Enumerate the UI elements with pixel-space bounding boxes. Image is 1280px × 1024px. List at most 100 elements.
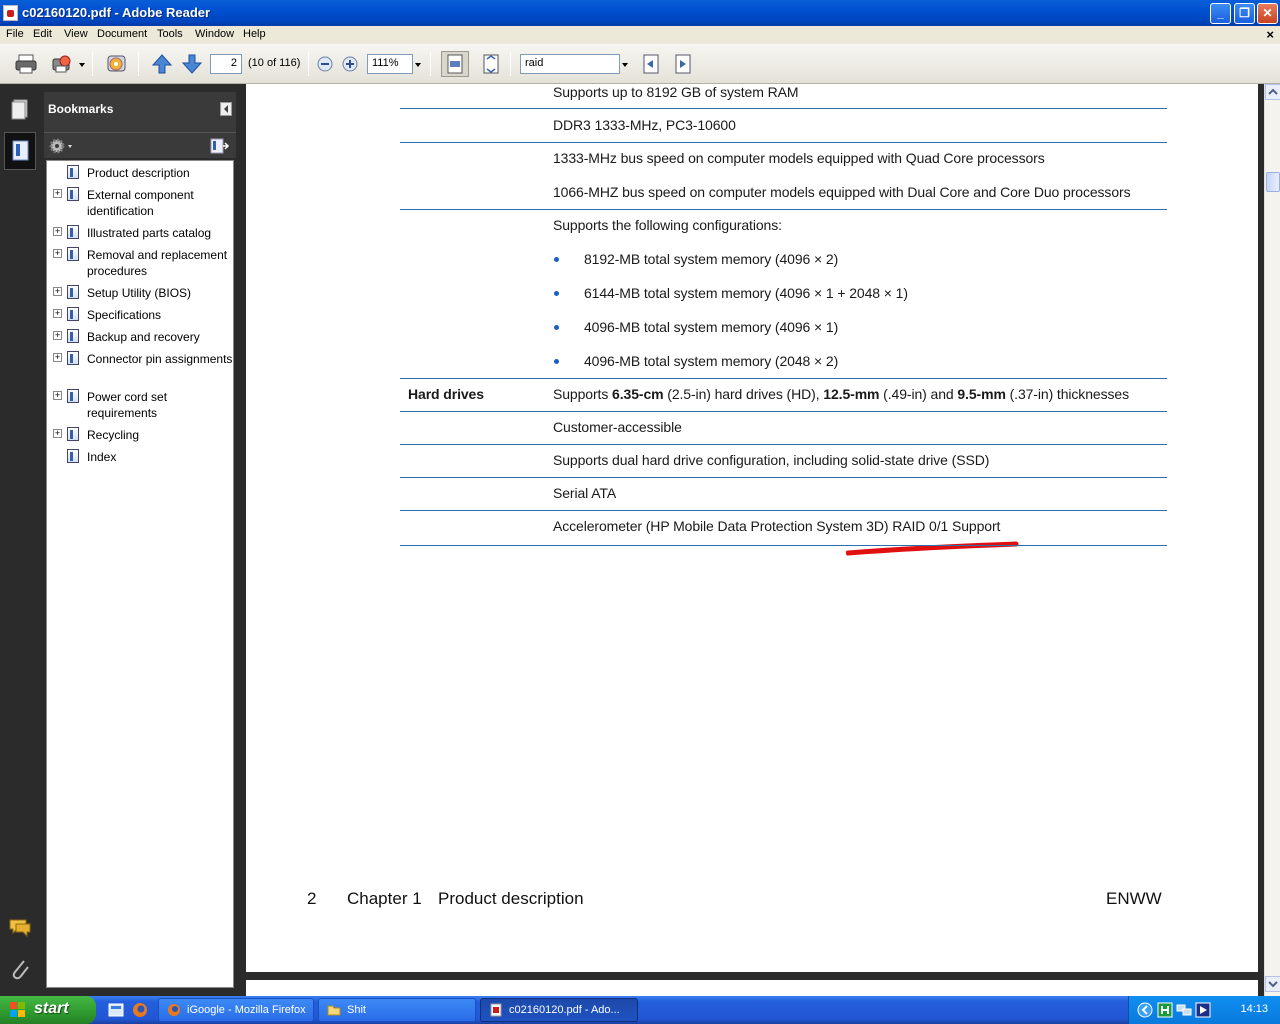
previous-page-icon[interactable] (150, 53, 174, 75)
new-bookmark-icon[interactable] (208, 137, 230, 155)
expand-icon[interactable]: + (53, 249, 62, 258)
menu-help[interactable]: Help (243, 28, 266, 40)
bookmark-item[interactable]: Index (47, 449, 233, 467)
taskbar-item-adobe-reader[interactable]: c02160120.pdf - Ado... (480, 998, 638, 1022)
table-rule (400, 444, 1167, 445)
search-input[interactable]: raid (520, 54, 620, 74)
bookmark-item[interactable]: + Backup and recovery (47, 329, 233, 347)
hard-drive-line: Supports dual hard drive configuration, … (553, 452, 990, 468)
footer-right-label: ENWW (1106, 889, 1162, 908)
chevron-down-icon[interactable] (79, 63, 85, 67)
expand-icon[interactable]: + (53, 287, 62, 296)
scroll-up-icon[interactable] (1265, 84, 1280, 100)
bookmark-label: Specifications (87, 308, 162, 322)
fit-width-icon[interactable] (441, 51, 469, 77)
bookmarks-panel: Bookmarks Product description + External… (40, 84, 240, 996)
bookmark-icon (67, 427, 79, 441)
page-number-input[interactable]: 2 (210, 54, 242, 74)
collaborate-icon[interactable] (104, 53, 128, 75)
fit-page-icon[interactable] (479, 53, 503, 75)
table-rule (400, 545, 1167, 546)
table-rule (400, 477, 1167, 478)
restore-button[interactable]: ❐ (1234, 3, 1255, 24)
minimize-button[interactable]: _ (1210, 3, 1231, 24)
zoom-in-icon[interactable] (341, 55, 359, 73)
document-close-icon[interactable]: × (1266, 27, 1274, 42)
pages-icon[interactable] (4, 90, 36, 128)
scroll-thumb[interactable] (1266, 172, 1280, 192)
pdf-file-icon (490, 1003, 502, 1017)
menu-view[interactable]: View (64, 28, 88, 40)
bookmark-label: External component identification (87, 188, 194, 218)
bookmark-icon (67, 307, 79, 321)
toolbar-separator (430, 52, 431, 76)
next-page-icon[interactable] (180, 53, 204, 75)
expand-icon[interactable]: + (53, 353, 62, 362)
print-icon[interactable] (14, 53, 38, 75)
menu-tools[interactable]: Tools (157, 28, 183, 40)
bookmark-item[interactable]: + Connector pin assignments (47, 351, 233, 385)
network-icon[interactable] (1176, 1002, 1192, 1018)
toolbar: 2 (10 of 116) 111% raid (0, 44, 1280, 84)
expand-icon[interactable]: + (53, 309, 62, 318)
chevron-down-icon[interactable] (622, 63, 628, 67)
tray-app-icon[interactable] (1157, 1002, 1173, 1018)
bookmark-item[interactable]: + Recycling (47, 427, 233, 445)
menu-edit[interactable]: Edit (33, 28, 52, 40)
start-button[interactable]: start (0, 996, 96, 1024)
panel-splitter[interactable] (236, 84, 244, 996)
bookmark-item[interactable]: Product description (47, 165, 233, 183)
bullet-marker (554, 291, 559, 296)
bookmarks-header: Bookmarks (44, 92, 236, 132)
next-pdf-page (246, 980, 1258, 996)
windows-flag-icon (10, 1002, 25, 1017)
expand-icon[interactable]: + (53, 189, 62, 198)
bookmark-item[interactable]: + Power cord set requirements (47, 389, 233, 423)
menu-file[interactable]: File (6, 28, 24, 40)
bookmark-icon (67, 165, 79, 179)
toolbar-separator (138, 52, 139, 76)
collapse-panel-icon[interactable] (220, 102, 232, 116)
chevron-down-icon[interactable] (415, 63, 421, 67)
email-print-icon[interactable] (50, 53, 74, 75)
bookmark-item[interactable]: + Setup Utility (BIOS) (47, 285, 233, 303)
zoom-input[interactable]: 111% (367, 54, 413, 74)
folder-icon (327, 1005, 341, 1016)
taskbar: start iGoogle - Mozilla Firefox Shit c02… (0, 996, 1280, 1024)
memory-line: DDR3 1333-MHz, PC3-10600 (553, 117, 736, 133)
expand-icon[interactable]: + (53, 227, 62, 236)
expand-icon[interactable]: + (53, 331, 62, 340)
bookmark-icon (67, 449, 79, 463)
bookmark-item[interactable]: + Specifications (47, 307, 233, 325)
expand-icon[interactable]: + (53, 429, 62, 438)
bookmark-item[interactable]: + Removal and replacement procedures (47, 247, 233, 281)
options-gear-icon[interactable] (48, 137, 74, 155)
bookmark-item[interactable]: + Illustrated parts catalog (47, 225, 233, 243)
expand-icon[interactable]: + (53, 391, 62, 400)
vertical-scrollbar[interactable] (1264, 84, 1280, 996)
bullet-marker (554, 359, 559, 364)
firefox-quicklaunch-icon[interactable] (132, 1002, 148, 1018)
taskbar-item-firefox[interactable]: iGoogle - Mozilla Firefox (158, 998, 314, 1022)
find-next-icon[interactable] (671, 53, 695, 75)
comments-icon[interactable] (4, 912, 36, 950)
menu-window[interactable]: Window (195, 28, 234, 40)
bookmarks-icon[interactable] (4, 132, 36, 170)
clock[interactable]: 14:13 (1240, 1003, 1268, 1015)
close-button[interactable]: ✕ (1257, 3, 1278, 24)
bookmark-label: Product description (87, 166, 190, 180)
menu-document[interactable]: Document (97, 28, 147, 40)
zoom-out-icon[interactable] (316, 55, 334, 73)
attachments-icon[interactable] (4, 954, 36, 992)
find-previous-icon[interactable] (639, 53, 663, 75)
bookmark-item[interactable]: + External component identification (47, 187, 233, 221)
show-hidden-icons-icon[interactable] (1137, 1002, 1153, 1018)
taskbar-item-folder[interactable]: Shit (318, 998, 476, 1022)
adobe-reader-icon (3, 5, 18, 21)
title-bar: c02160120.pdf - Adobe Reader _ ❐ ✕ (0, 0, 1280, 26)
table-rule (400, 378, 1167, 379)
media-player-icon[interactable] (1195, 1002, 1211, 1018)
ie-quicklaunch-icon[interactable] (108, 1002, 124, 1018)
scroll-down-icon[interactable] (1265, 976, 1280, 992)
bullet-marker (554, 325, 559, 330)
